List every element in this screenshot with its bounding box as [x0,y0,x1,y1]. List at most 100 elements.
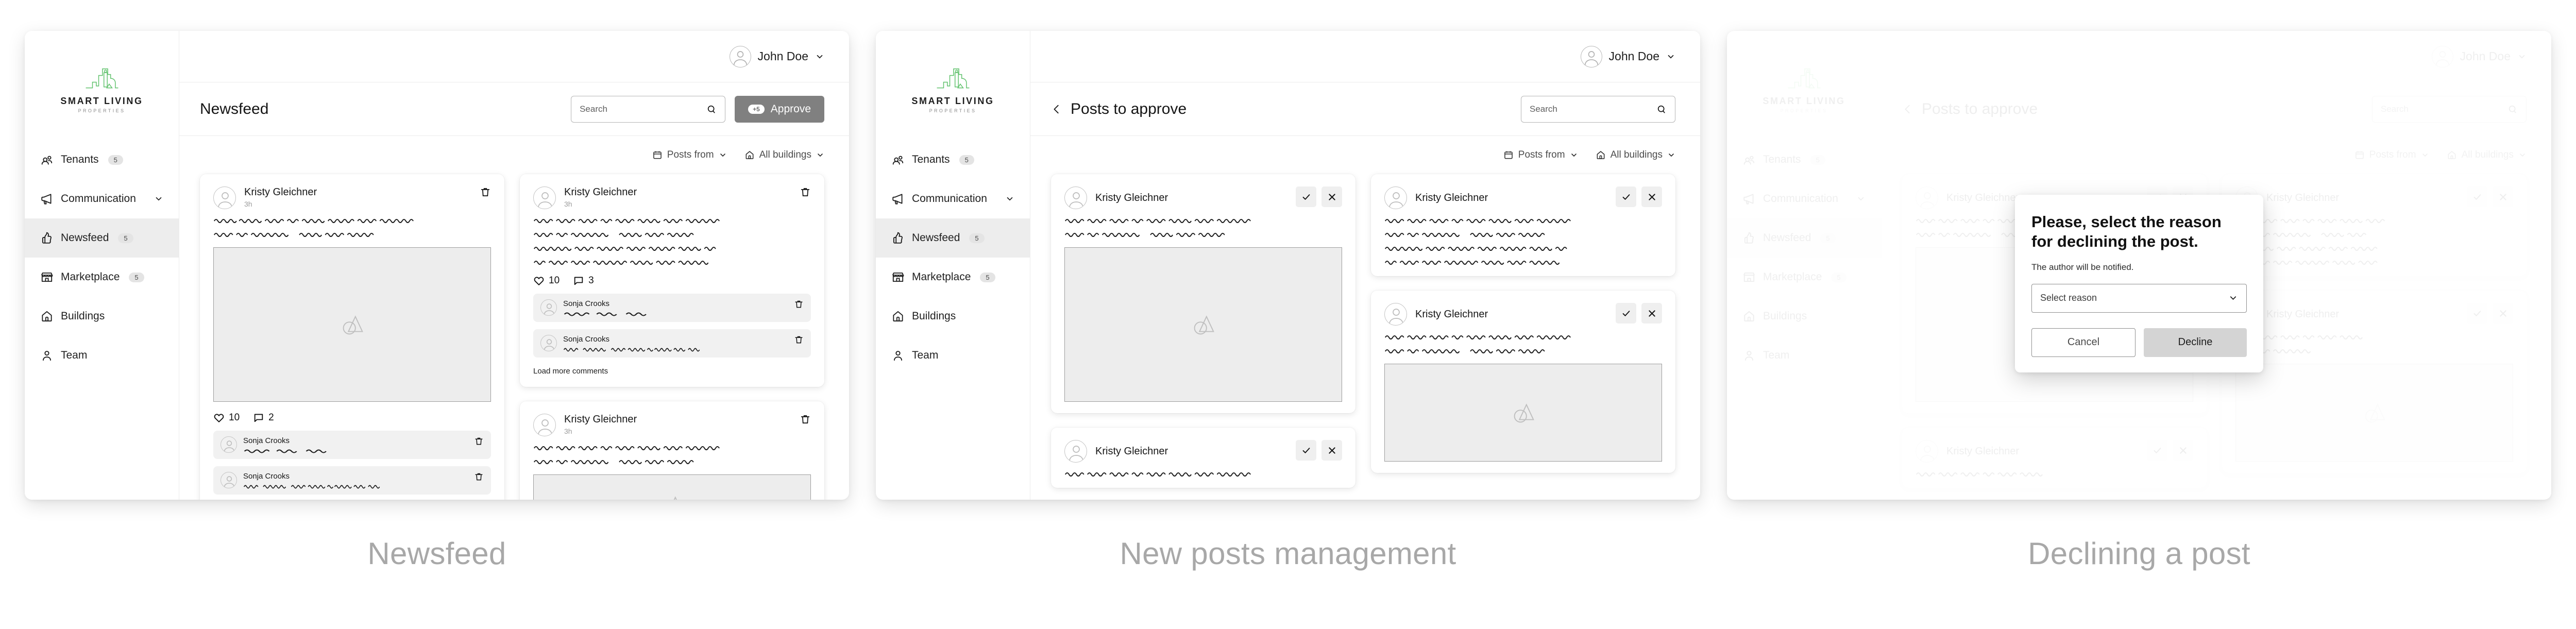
reason-select[interactable]: Select reason [2031,283,2247,313]
trash-icon[interactable] [800,414,811,425]
like-stat[interactable]: 10 [533,275,560,286]
comment-stat[interactable]: 3 [573,275,594,286]
sidebar-item-team[interactable]: Team [25,336,179,375]
trash-icon[interactable] [794,335,804,345]
user-menu[interactable]: John Doe [729,45,824,67]
feed-column-left: Kristy Gleichner 3h 10 2 Sonja Crooks So… [200,174,504,500]
post-header: Kristy Gleichner 3h [213,186,491,209]
decline-post-button[interactable] [1641,186,1662,207]
decline-post-button[interactable] [1321,440,1342,461]
screenshot-root: SMART LIVING PROPERTIES Tenants 5 Commun… [0,0,2576,629]
sidebar-item-badge: 5 [108,155,123,165]
search-box[interactable] [1521,95,1675,123]
back-chevron-icon[interactable] [1051,104,1062,115]
sidebar-item-tenants[interactable]: Tenants 5 [876,140,1030,179]
sidebar-item-label: Tenants [912,154,950,165]
approval-column-right: Kristy Gleichner Kristy Gleichner [1371,174,1675,473]
trash-icon[interactable] [474,472,484,482]
filter-buildings[interactable]: All buildings [744,149,824,161]
post-header: Kristy Gleichner [1384,186,1662,209]
like-count: 10 [229,412,240,423]
sidebar-item-label: Marketplace [61,271,120,283]
post-stats: 10 3 [533,275,811,286]
person-icon [891,349,905,362]
approve-post-button[interactable] [1616,186,1636,207]
approval-actions [1616,186,1662,207]
chevron-down-icon [1668,55,1674,58]
approve-post-button[interactable] [1296,440,1316,461]
page-header: Newsfeed +5 Approve [179,82,849,136]
cancel-button[interactable]: Cancel [2031,328,2136,357]
sidebar-item-label: Buildings [61,310,105,322]
page-header-actions [1521,95,1675,123]
approval-card: Kristy Gleichner [1051,174,1355,413]
decline-button[interactable]: Decline [2144,328,2247,357]
approval-actions [1616,303,1662,324]
sidebar-item-marketplace[interactable]: Marketplace 5 [25,258,179,297]
sidebar-item-communication[interactable]: Communication [876,179,1030,218]
sidebar-item-communication[interactable]: Communication [25,179,179,218]
avatar [533,186,556,209]
filter-buildings[interactable]: All buildings [1596,149,1675,161]
sidebar-item-label: Team [61,349,88,361]
sidebar-item-buildings[interactable]: Buildings [25,297,179,336]
modal-subtitle: The author will be notified. [2031,262,2134,272]
avatar [1064,440,1087,463]
image-placeholder-icon [1514,403,1534,423]
like-stat[interactable]: 10 [213,412,240,423]
image-placeholder-icon [343,315,363,335]
user-name: John Doe [757,49,808,63]
approve-post-button[interactable] [1296,186,1316,207]
chevron-down-icon [2230,296,2236,300]
close-icon [1648,310,1655,317]
post-card: Kristy Gleichner 3h [520,401,824,500]
comment-count: 3 [588,275,594,286]
search-input[interactable] [1530,104,1656,114]
post-time: 3h [564,200,572,208]
chevron-down-icon [720,154,725,157]
post-body-placeholder [1064,216,1342,237]
approve-post-button[interactable] [1616,303,1636,324]
trash-icon[interactable] [794,299,804,309]
trash-icon[interactable] [800,186,811,198]
filter-posts-from[interactable]: Posts from [652,149,727,161]
post-author: Kristy Gleichner [1415,308,1488,320]
approve-button[interactable]: +5 Approve [735,95,824,123]
sidebar-item-label: Tenants [61,154,99,165]
search-box[interactable] [571,95,726,123]
post-stats: 10 2 [213,412,491,423]
filter-label: All buildings [1610,149,1663,160]
heart-icon [534,277,544,285]
main-content: John Doe Posts to approve Posts from [1030,31,1700,500]
filter-posts-from[interactable]: Posts from [1503,149,1578,161]
avatar [540,299,557,316]
comment-author: Sonja Crooks [243,436,290,445]
sidebar-item-tenants[interactable]: Tenants 5 [25,140,179,179]
sidebar-item-team[interactable]: Team [876,336,1030,375]
trash-icon[interactable] [480,186,491,198]
load-more-comments-link[interactable]: Load more comments [533,367,811,376]
house-icon [745,151,754,159]
sidebar-item-buildings[interactable]: Buildings [876,297,1030,336]
chevron-down-icon [817,55,823,58]
decline-post-button[interactable] [1641,303,1662,324]
post-actions [800,186,811,198]
house-icon [40,310,54,323]
comment-author: Sonja Crooks [563,299,610,308]
comment-icon [574,277,583,285]
house-icon [1597,151,1605,159]
post-author: Kristy Gleichner [1095,445,1168,457]
sidebar-item-newsfeed[interactable]: Newsfeed 5 [876,218,1030,258]
panel-posts-to-approve: SMART LIVING PROPERTIES Tenants 5 Commun… [876,31,1700,500]
check-icon [1302,447,1310,453]
trash-icon[interactable] [474,436,484,446]
comment-stat[interactable]: 2 [253,412,274,423]
user-avatar-icon [1580,45,1602,67]
decline-post-button[interactable] [1321,186,1342,207]
user-menu[interactable]: John Doe [1580,45,1675,67]
search-input[interactable] [580,104,707,114]
sidebar-item-marketplace[interactable]: Marketplace 5 [876,258,1030,297]
post-image-placeholder [213,247,491,402]
sidebar-item-newsfeed[interactable]: Newsfeed 5 [25,218,179,258]
person-icon [40,349,54,362]
